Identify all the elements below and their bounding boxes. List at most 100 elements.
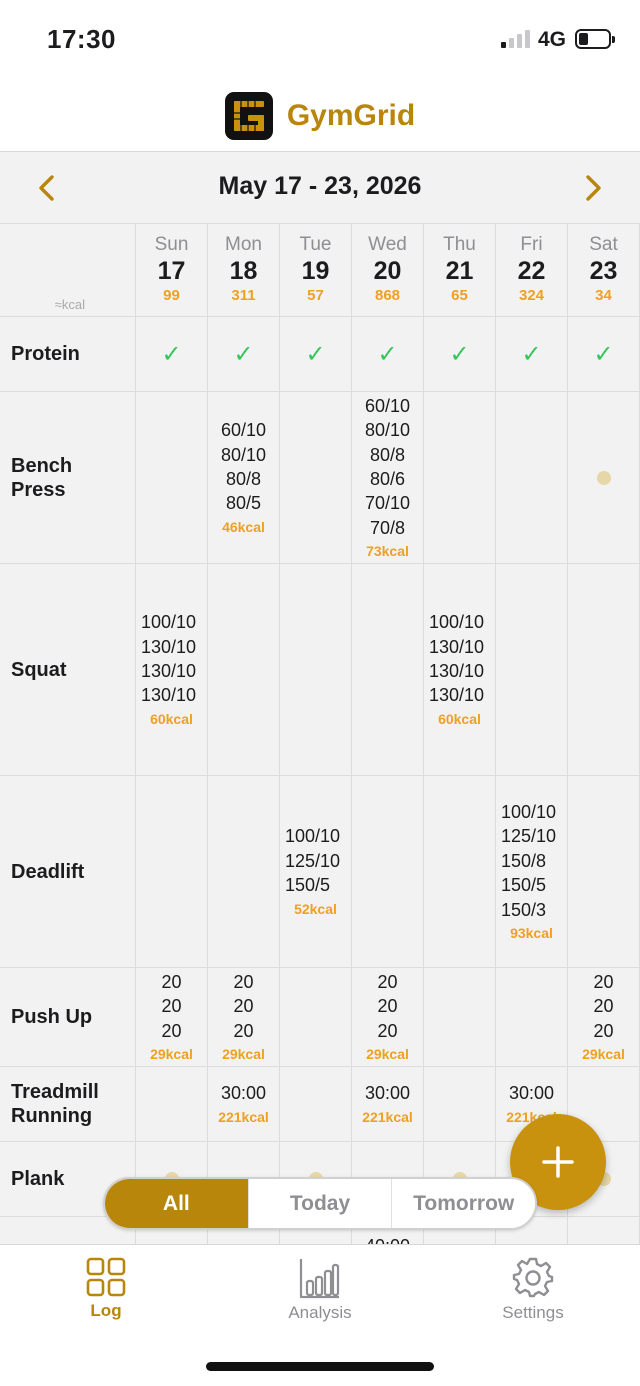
set-entry: 125/10 [501, 826, 557, 847]
day-header-sun[interactable]: Sun 17 99 [136, 224, 208, 317]
set-entry: 130/10 [141, 661, 197, 681]
workout-cell[interactable] [280, 1067, 352, 1142]
workout-cell[interactable]: ✓ [496, 317, 568, 392]
exercise-label[interactable]: Deadlift [0, 776, 136, 968]
workout-cell[interactable]: ✓ [280, 317, 352, 392]
set-entry: 20 [161, 1020, 182, 1041]
workout-cell[interactable] [568, 776, 640, 968]
exercise-name: Deadlift [11, 860, 85, 883]
day-kcal-total: 868 [374, 287, 401, 304]
day-kcal-total: 57 [307, 287, 324, 304]
workout-cell[interactable]: ✓ [136, 317, 208, 392]
tab-label: Analysis [288, 1303, 352, 1322]
workout-cell[interactable]: 100/10 130/10 130/10 130/10 60kcal [136, 564, 208, 776]
exercise-label[interactable]: Squat [0, 564, 136, 776]
filter-today[interactable]: Today [249, 1179, 393, 1228]
workout-cell[interactable]: 20 20 20 29kcal [568, 968, 640, 1067]
exercise-label[interactable]: Treadmill Running [0, 1067, 136, 1142]
day-kcal-total: 311 [231, 287, 256, 304]
filter-tomorrow[interactable]: Tomorrow [392, 1179, 535, 1228]
filter-all[interactable]: All [105, 1179, 249, 1228]
set-entry: 150/5 [501, 875, 547, 896]
workout-cell[interactable] [496, 392, 568, 564]
cell-kcal: 221kcal [362, 1108, 413, 1125]
set-entry: 130/10 [429, 636, 485, 657]
workout-cell[interactable] [208, 776, 280, 968]
next-week-button[interactable] [578, 172, 610, 204]
workout-cell[interactable]: 20 20 20 29kcal [352, 968, 424, 1067]
workout-cell[interactable]: 60/10 80/10 80/8 80/6 70/10 70/8 73kcal [352, 392, 424, 564]
workout-cell[interactable]: ✓ [568, 317, 640, 392]
workout-cell[interactable] [496, 968, 568, 1067]
workout-cell[interactable]: 20 20 20 29kcal [208, 968, 280, 1067]
day-header-wed[interactable]: Wed 20 868 [352, 224, 424, 317]
workout-cell[interactable] [424, 1067, 496, 1142]
exercise-name: Protein [11, 343, 80, 365]
network-type: 4G [538, 28, 567, 51]
day-header-fri[interactable]: Fri 22 324 [496, 224, 568, 317]
tab-settings[interactable]: Settings [463, 1257, 603, 1323]
gear-icon [512, 1257, 554, 1298]
workout-cell[interactable]: 60/10 80/10 80/8 80/5 46kcal [208, 392, 280, 564]
grid-corner: ≈kcal [0, 224, 136, 317]
set-entry: 20 [593, 996, 614, 1017]
tab-log[interactable]: Log [36, 1257, 176, 1321]
exercise-label[interactable]: Push Up [0, 968, 136, 1067]
workout-cell[interactable]: 20 20 20 29kcal [136, 968, 208, 1067]
workout-cell[interactable] [424, 776, 496, 968]
cell-kcal: 93kcal [510, 925, 553, 942]
week-range-title: May 17 - 23, 2026 [218, 172, 422, 200]
workout-cell[interactable] [280, 392, 352, 564]
workout-cell[interactable]: ✓ [424, 317, 496, 392]
day-header-mon[interactable]: Mon 18 311 [208, 224, 280, 317]
workout-cell[interactable]: 100/10 130/10 130/10 130/10 60kcal [424, 564, 496, 776]
workout-cell[interactable] [424, 968, 496, 1067]
tab-analysis[interactable]: Analysis [250, 1257, 390, 1323]
workout-cell[interactable] [280, 564, 352, 776]
day-name: Thu [443, 234, 476, 255]
workout-cell[interactable] [568, 1217, 640, 1244]
day-header-thu[interactable]: Thu 21 65 [424, 224, 496, 317]
day-name: Fri [520, 234, 543, 255]
workout-cell[interactable] [136, 776, 208, 968]
workout-cell[interactable] [496, 564, 568, 776]
workout-cell[interactable]: ✓ [352, 317, 424, 392]
app-header: GymGrid [0, 80, 640, 152]
day-header-sat[interactable]: Sat 23 34 [568, 224, 640, 317]
set-entry: 20 [233, 996, 254, 1017]
exercise-label[interactable]: Bench Press [0, 392, 136, 564]
exercise-label[interactable]: Protein [0, 317, 136, 392]
set-entry: 80/10 [364, 420, 411, 441]
cell-kcal: 221kcal [218, 1108, 269, 1125]
home-indicator [206, 1362, 434, 1371]
workout-cell[interactable]: 100/10 125/10 150/5 52kcal [280, 776, 352, 968]
day-kcal-total: 324 [518, 287, 545, 304]
set-entry: 150/8 [501, 850, 547, 871]
workout-cell[interactable]: 100/10 125/10 150/8 150/5 150/3 93kcal [496, 776, 568, 968]
day-header-tue[interactable]: Tue 19 57 [280, 224, 352, 317]
workout-cell[interactable] [352, 564, 424, 776]
workout-cell[interactable] [208, 564, 280, 776]
workout-cell[interactable]: 30:00 221kcal [352, 1067, 424, 1142]
workout-cell[interactable]: ✓ [208, 317, 280, 392]
day-name: Tue [299, 234, 332, 255]
week-navigator: May 17 - 23, 2026 [0, 152, 640, 224]
workout-cell[interactable] [568, 392, 640, 564]
workout-cell[interactable] [568, 564, 640, 776]
cell-kcal: 60kcal [438, 710, 481, 727]
set-entry: 100/10 [501, 801, 557, 822]
cell-kcal: 46kcal [222, 518, 265, 535]
day-number: 20 [373, 257, 402, 285]
workout-cell[interactable] [280, 968, 352, 1067]
workout-cell[interactable] [424, 392, 496, 564]
workout-cell[interactable] [352, 776, 424, 968]
kcal-hint: ≈kcal [54, 297, 85, 312]
set-entry: 100/10 [285, 826, 341, 847]
workout-cell[interactable]: 30:00 221kcal [208, 1067, 280, 1142]
workout-cell[interactable] [136, 392, 208, 564]
workout-cell[interactable] [136, 1067, 208, 1142]
set-entry: 30:00 [220, 1083, 267, 1104]
set-entry: 60/10 [220, 420, 267, 441]
set-entry: 70/8 [369, 517, 406, 538]
set-entry: 80/8 [369, 444, 406, 465]
